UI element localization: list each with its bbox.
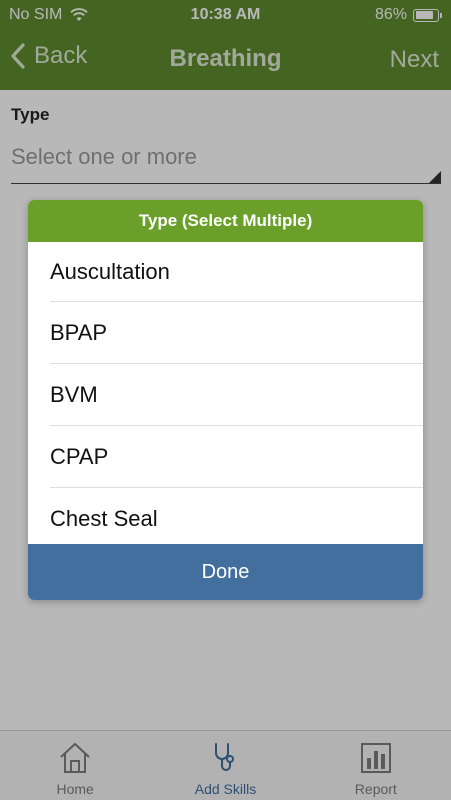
- type-select-modal: Type (Select Multiple) Auscultation BPAP…: [28, 200, 423, 600]
- option-list[interactable]: Auscultation BPAP BVM CPAP Chest Seal: [28, 242, 423, 544]
- modal-title: Type (Select Multiple): [28, 200, 423, 242]
- option-item[interactable]: BVM: [50, 364, 423, 426]
- option-item[interactable]: CPAP: [50, 426, 423, 488]
- done-button[interactable]: Done: [28, 544, 423, 600]
- option-item[interactable]: Chest Seal: [50, 488, 423, 544]
- option-item[interactable]: Auscultation: [50, 242, 423, 302]
- option-item[interactable]: BPAP: [50, 302, 423, 364]
